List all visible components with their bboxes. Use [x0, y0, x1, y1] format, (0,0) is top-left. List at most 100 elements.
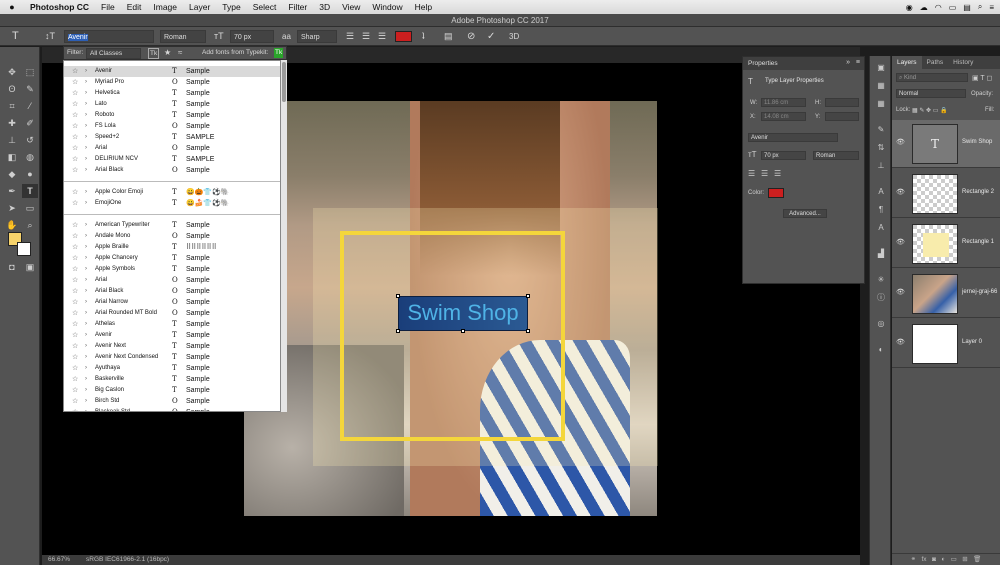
collapse-icon[interactable]: » [846, 59, 850, 66]
zoom-level[interactable]: 66.67% [48, 555, 70, 565]
expand-chevron-icon[interactable]: › [85, 363, 87, 374]
props-size-select[interactable]: 70 px [761, 151, 806, 160]
font-list-scrollbar[interactable] [281, 60, 287, 412]
favorite-star-icon[interactable]: ☆ [72, 165, 78, 176]
layer-name[interactable]: Rectangle 1 [962, 239, 994, 245]
typekit-icon[interactable]: Tk [274, 48, 284, 58]
adjustment-layer-icon[interactable]: ◐ [941, 556, 945, 563]
font-row[interactable]: ☆ › Andale Mono O Sample [64, 231, 280, 242]
favorite-star-icon[interactable]: ☆ [72, 396, 78, 407]
zoom-tool-icon[interactable]: ⌕ [22, 218, 38, 232]
font-row[interactable]: ☆ › Arial O Sample [64, 275, 280, 286]
visibility-eye-icon[interactable]: 👁 [896, 238, 905, 246]
type-tool-icon-active[interactable]: T [22, 184, 38, 198]
width-field[interactable]: 11.86 cm [761, 98, 806, 107]
layer-row[interactable]: 👁 Layer 0 [892, 320, 1000, 368]
layer-name[interactable]: Rectangle 2 [962, 189, 994, 195]
background-color-swatch[interactable] [17, 242, 31, 256]
props-font-select[interactable]: Avenir [748, 133, 838, 142]
type-tool-icon[interactable]: T [12, 30, 19, 43]
layer-name[interactable]: jernej-graj-66 [962, 289, 997, 295]
tab-history[interactable]: History [948, 56, 978, 69]
font-family-select[interactable]: Avenir [64, 30, 154, 43]
favorite-star-icon[interactable]: ☆ [72, 330, 78, 341]
transform-handle[interactable] [396, 329, 400, 333]
battery-icon[interactable]: ▭ [949, 3, 957, 12]
favorite-star-icon[interactable]: ☆ [72, 154, 78, 165]
character-panel-icon[interactable]: ▤ [444, 30, 453, 43]
favorite-star-icon[interactable]: ☆ [72, 231, 78, 242]
menu-list-icon[interactable]: ≡ [989, 3, 994, 12]
expand-chevron-icon[interactable]: › [85, 297, 87, 308]
font-size-select[interactable]: 70 px [230, 30, 274, 43]
blur-tool-icon[interactable]: ◆ [4, 167, 20, 181]
font-row[interactable]: ☆ › Helvetica T Sample [64, 88, 280, 99]
apple-icon[interactable]: ● [0, 2, 24, 12]
font-row[interactable]: ☆ › Arial Narrow O Sample [64, 297, 280, 308]
info-dock-icon[interactable]: ⓘ [874, 292, 888, 304]
menu-app[interactable]: Photoshop CC [24, 2, 95, 12]
y-field[interactable] [825, 112, 859, 121]
favorite-star-icon[interactable]: ☆ [72, 121, 78, 132]
layer-row[interactable]: 👁 Rectangle 2 [892, 170, 1000, 218]
favorite-star-icon[interactable]: ☆ [72, 275, 78, 286]
expand-chevron-icon[interactable]: › [85, 253, 87, 264]
menu-help[interactable]: Help [409, 2, 438, 12]
layer-row[interactable]: 👁 T Swim Shop [892, 120, 1000, 168]
blend-mode-select[interactable]: Normal [896, 89, 966, 98]
orientation-icon[interactable]: ↕T [45, 30, 55, 43]
transform-handle[interactable] [526, 329, 530, 333]
color-profile[interactable]: sRGB IEC61966-2.1 (16bpc) [86, 555, 169, 565]
tool-presets-dock-icon[interactable]: ⇅ [874, 142, 888, 154]
lasso-tool-icon[interactable]: ʘ [4, 82, 20, 96]
menu-filter[interactable]: Filter [282, 2, 313, 12]
font-row[interactable]: ☆ › Speed+2 T SAMPLE [64, 132, 280, 143]
expand-chevron-icon[interactable]: › [85, 121, 87, 132]
menu-view[interactable]: View [336, 2, 366, 12]
favorite-star-icon[interactable]: ☆ [72, 297, 78, 308]
visibility-eye-icon[interactable]: 👁 [896, 338, 905, 346]
expand-chevron-icon[interactable]: › [85, 165, 87, 176]
expand-chevron-icon[interactable]: › [85, 220, 87, 231]
paragraph-dock-icon[interactable]: ¶ [874, 204, 888, 216]
visibility-eye-icon[interactable]: 👁 [896, 188, 905, 196]
antialias-select[interactable]: Sharp [297, 30, 337, 43]
healing-brush-icon[interactable]: ✚ [4, 116, 20, 130]
expand-chevron-icon[interactable]: › [85, 396, 87, 407]
menu-3d[interactable]: 3D [313, 2, 336, 12]
align-left-icon[interactable]: ☰ [346, 30, 354, 43]
similar-fonts-icon[interactable]: ≈ [178, 47, 182, 59]
font-row[interactable]: ☆ › Big Caslon T Sample [64, 385, 280, 396]
font-row[interactable]: ☆ › EmojiOne T 😀🍰👕⚽🐘 [64, 198, 280, 209]
font-row[interactable]: ☆ › Myriad Pro O Sample [64, 77, 280, 88]
favorite-star-icon[interactable]: ☆ [72, 242, 78, 253]
expand-chevron-icon[interactable]: › [85, 132, 87, 143]
advanced-button[interactable]: Advanced... [783, 209, 827, 218]
expand-chevron-icon[interactable]: › [85, 77, 87, 88]
expand-chevron-icon[interactable]: › [85, 275, 87, 286]
favorite-star-icon[interactable]: ☆ [72, 363, 78, 374]
grid-dock-icon[interactable]: ▦ [874, 98, 888, 110]
menu-select[interactable]: Select [247, 2, 283, 12]
expand-chevron-icon[interactable]: › [85, 99, 87, 110]
rectangle-tool-icon[interactable]: ▭ [22, 201, 38, 215]
add-mask-icon[interactable]: ◙ [932, 556, 936, 563]
clone-stamp-icon[interactable]: ⊥ [4, 133, 20, 147]
font-row[interactable]: ☆ › Arial Black O Sample [64, 286, 280, 297]
font-row[interactable]: ☆ › Lato T Sample [64, 99, 280, 110]
hand-tool-icon[interactable]: ✋ [4, 218, 20, 232]
font-row[interactable]: ☆ › FS Lola O Sample [64, 121, 280, 132]
transform-handle[interactable] [396, 294, 400, 298]
favorite-star-icon[interactable]: ☆ [72, 198, 78, 209]
props-align-right-icon[interactable]: ☰ [774, 169, 781, 178]
menu-type[interactable]: Type [216, 2, 246, 12]
font-row[interactable]: ☆ › Avenir T Sample [64, 330, 280, 341]
font-row[interactable]: ☆ › Baskerville T Sample [64, 374, 280, 385]
gradient-tool-icon[interactable]: ◍ [22, 150, 38, 164]
quick-select-icon[interactable]: ✎ [22, 82, 38, 96]
layer-row[interactable]: 👁 Rectangle 1 [892, 220, 1000, 268]
brushes-dock-icon[interactable]: ✎ [874, 124, 888, 136]
search-icon[interactable]: ⌕ [978, 2, 982, 12]
props-style-select[interactable]: Roman [813, 151, 859, 160]
expand-chevron-icon[interactable]: › [85, 385, 87, 396]
